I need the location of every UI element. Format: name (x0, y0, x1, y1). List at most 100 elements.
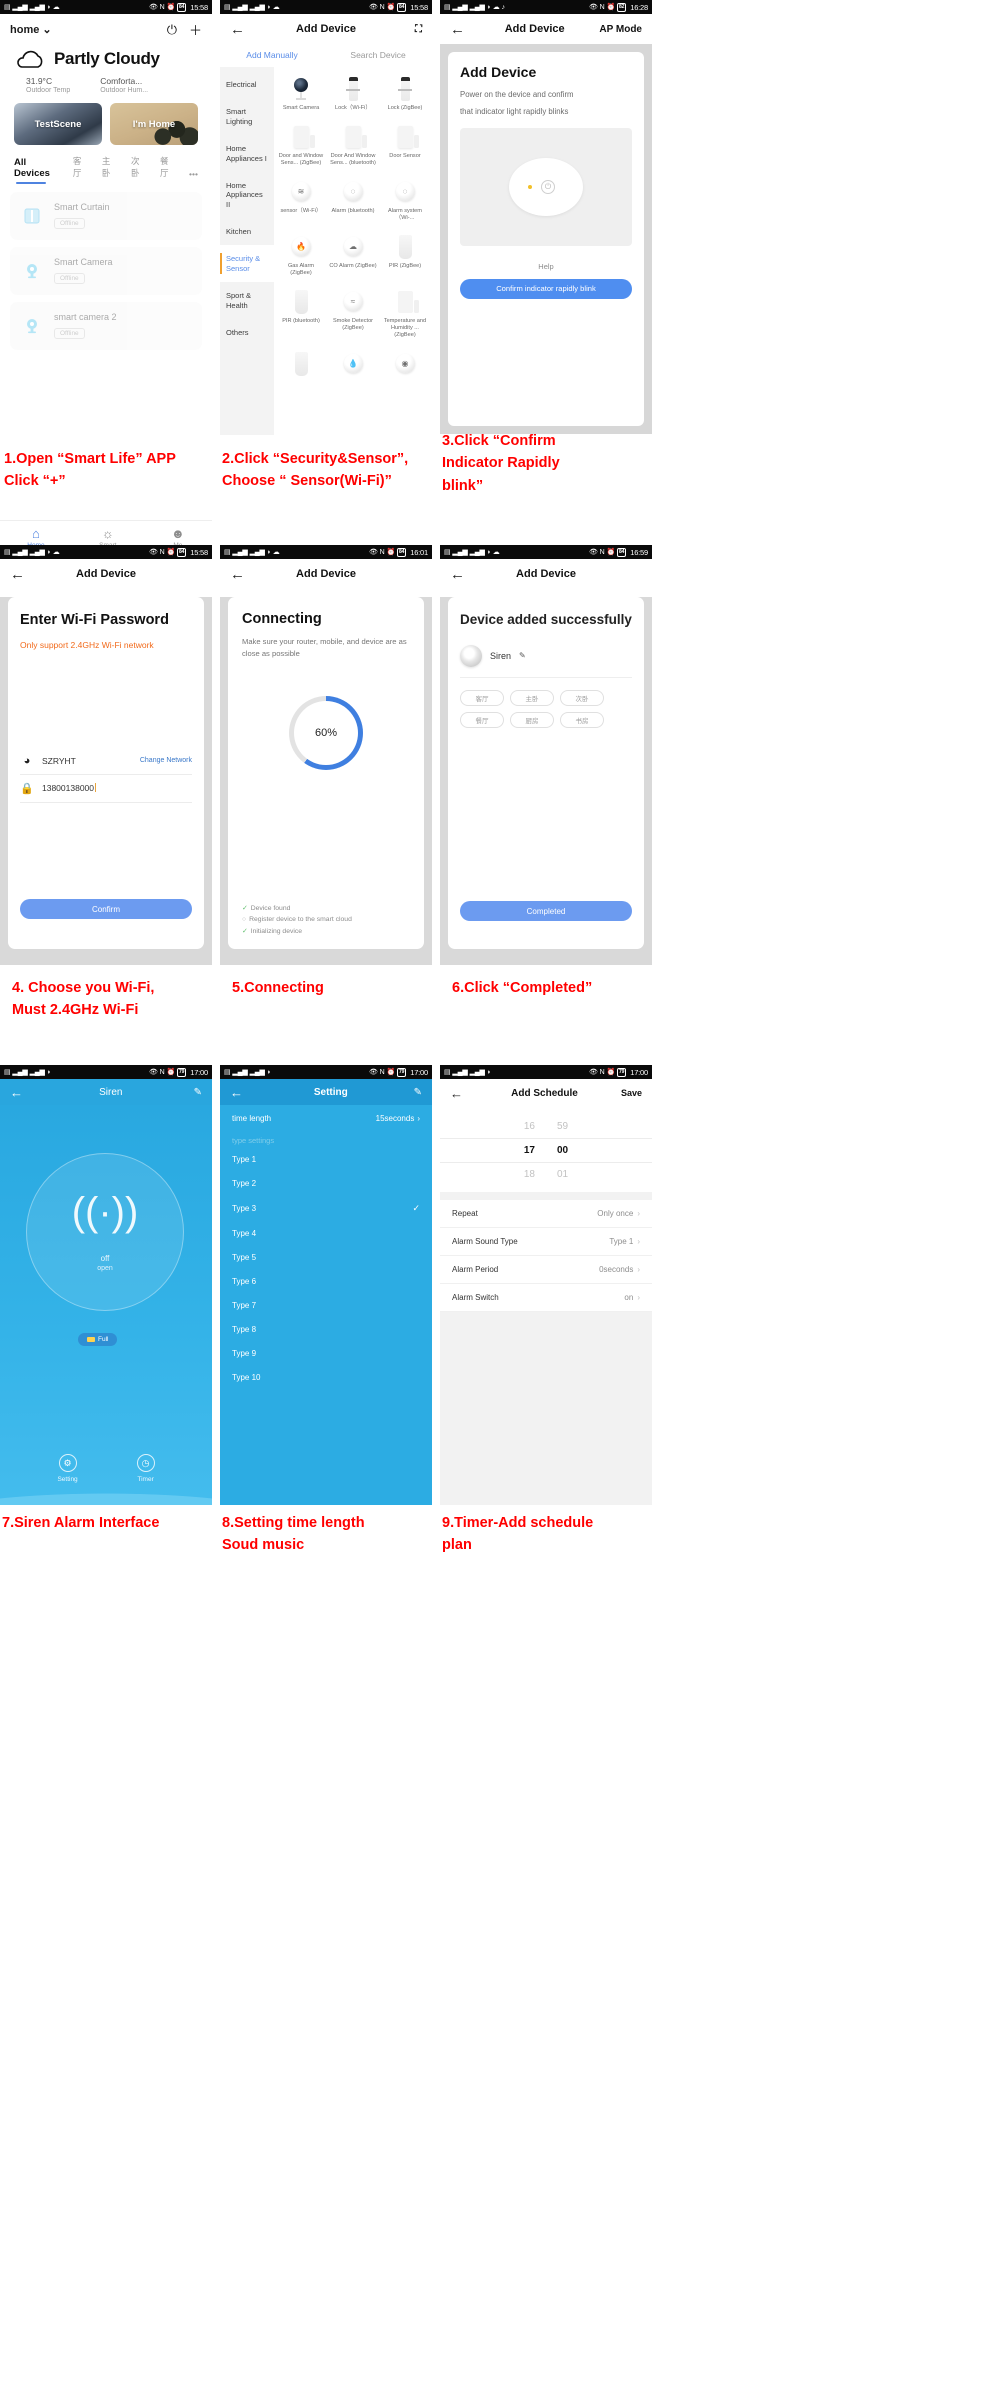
completed-button[interactable]: Completed (460, 901, 632, 921)
tab-search-device[interactable]: Search Device (350, 50, 405, 60)
list-item[interactable]: smart camera 2 Offline (10, 302, 202, 350)
category-others[interactable]: Others (220, 319, 274, 346)
ap-mode-button[interactable]: AP Mode (599, 24, 642, 35)
tab-living-room[interactable]: 客厅 (73, 155, 88, 184)
device-tile-temp-humidity[interactable]: Temperature and Humidity ... (ZigBee) (380, 284, 430, 344)
category-home-appliances-2[interactable]: Home Appliances II (220, 172, 274, 218)
back-arrow-icon[interactable]: ← (230, 566, 250, 583)
schedule-row-alarm-period[interactable]: Alarm Period 0seconds › (440, 1256, 652, 1284)
list-item[interactable]: Smart Camera Offline (10, 247, 202, 295)
schedule-row-alarm-sound-type[interactable]: Alarm Sound Type Type 1 › (440, 1228, 652, 1256)
confirm-indicator-button[interactable]: Confirm indicator rapidly blink (460, 278, 632, 299)
tab-add-manually[interactable]: Add Manually (246, 50, 298, 60)
home-selector[interactable]: home ⌄ (10, 23, 52, 36)
setting-time-length[interactable]: time length 15seconds › (220, 1107, 432, 1130)
plus-icon[interactable]: ＋ (189, 20, 202, 39)
type-option-2[interactable]: Type 2 (220, 1171, 432, 1195)
device-tile-smart-camera[interactable]: Smart Camera (276, 71, 326, 117)
type-option-7[interactable]: Type 7 (220, 1293, 432, 1317)
change-network-link[interactable]: Change Network (140, 757, 192, 764)
device-tile-pir-bluetooth[interactable]: PIR (bluetooth) (276, 284, 326, 344)
device-tile-alarm-system-wifi[interactable]: ◌ Alarm system（Wi-... (380, 174, 430, 227)
back-arrow-icon[interactable]: ← (450, 21, 470, 38)
type-option-9[interactable]: Type 9 (220, 1341, 432, 1365)
type-option-4[interactable]: Type 4 (220, 1221, 432, 1245)
list-item[interactable]: Smart Curtain Offline (10, 192, 202, 240)
type-option-1[interactable]: Type 1 (220, 1147, 432, 1171)
siren-toggle-button[interactable]: ((·)) off open (26, 1153, 184, 1311)
time-option-selected[interactable]: 17 00 (440, 1138, 652, 1163)
device-tile-extra-3[interactable]: ◉ (380, 346, 430, 385)
back-arrow-icon[interactable]: ← (10, 1085, 28, 1100)
type-option-10[interactable]: Type 10 (220, 1365, 432, 1389)
device-tile-extra-2[interactable]: 💧 (328, 346, 378, 385)
type-label: Type 5 (232, 1252, 257, 1262)
pencil-icon[interactable]: ✎ (194, 1087, 202, 1098)
save-button[interactable]: Save (621, 1088, 642, 1098)
schedule-row-repeat[interactable]: Repeat Only once › (440, 1200, 652, 1228)
tab-dining-room[interactable]: 餐厅 (160, 155, 175, 184)
status-bar: ▤ ▂▄▆ ▂▄▆ ◗ 👁 N ⏰ 79 17:00 (440, 1065, 652, 1079)
pencil-icon[interactable]: ✎ (414, 1087, 422, 1098)
room-chip-kitchen[interactable]: 厨房 (510, 711, 554, 728)
device-tile-smoke-detector[interactable]: ≈ Smoke Detector (ZigBee) (328, 284, 378, 344)
category-kitchen[interactable]: Kitchen (220, 218, 274, 245)
type-option-8[interactable]: Type 8 (220, 1317, 432, 1341)
device-tile-sensor-wifi[interactable]: ≋ sensor（Wi-Fi） (276, 174, 326, 227)
scene-card-im-home[interactable]: I'm Home (110, 103, 198, 145)
help-link[interactable]: Help (460, 262, 632, 271)
type-option-6[interactable]: Type 6 (220, 1269, 432, 1293)
tab-all-devices[interactable]: All Devices (14, 157, 59, 184)
scan-icon[interactable]: ⛶ (402, 24, 422, 35)
type-label: Type 3 (232, 1203, 257, 1213)
category-smart-lighting[interactable]: Smart Lighting (220, 98, 274, 135)
time-option-next[interactable]: 18 01 (440, 1163, 652, 1186)
sim-icon: ▤ (4, 3, 11, 11)
device-tile-gas-alarm[interactable]: 🔥 Gas Alarm (ZigBee) (276, 229, 326, 282)
microphone-icon[interactable]: ⏻ (167, 22, 177, 38)
room-chip-study[interactable]: 书房 (560, 711, 604, 728)
room-chip-master-bedroom[interactable]: 主卧 (510, 689, 554, 706)
device-tile-door-window-zigbee[interactable]: Door and Window Sens... (ZigBee) (276, 119, 326, 172)
device-tile-pir-zigbee[interactable]: PIR (ZigBee) (380, 229, 430, 282)
device-tile-alarm-bluetooth[interactable]: ◌ Alarm (bluetooth) (328, 174, 378, 227)
device-tile-door-sensor[interactable]: Door Sensor (380, 119, 430, 172)
tab-more[interactable]: ••• (189, 169, 198, 184)
schedule-row-alarm-switch[interactable]: Alarm Switch on › (440, 1284, 652, 1312)
password-field[interactable]: 🔒 13800138000 (20, 775, 192, 803)
tab-second-bedroom[interactable]: 次卧 (131, 155, 146, 184)
scene-card-testscene[interactable]: TestScene (14, 103, 102, 145)
device-tile-door-window-bluetooth[interactable]: Door And Window Sens... (bluetooth) (328, 119, 378, 172)
confirm-button[interactable]: Confirm (20, 899, 192, 919)
back-arrow-icon[interactable]: ← (230, 1085, 248, 1100)
back-arrow-icon[interactable]: ← (230, 21, 250, 38)
type-option-3[interactable]: Type 3 ✓ (220, 1195, 432, 1221)
device-tile-extra-1[interactable] (276, 346, 326, 385)
signal-1-icon: ▂▄▆ (12, 548, 28, 556)
back-arrow-icon[interactable]: ← (10, 566, 30, 583)
pencil-icon[interactable]: ✎ (519, 651, 526, 660)
cloud-icon (14, 49, 46, 69)
room-chip-second-bedroom[interactable]: 次卧 (560, 689, 604, 706)
room-chip-dining-room[interactable]: 餐厅 (460, 711, 504, 728)
category-home-appliances-1[interactable]: Home Appliances I (220, 135, 274, 172)
device-tile-lock-zigbee[interactable]: Lock (ZigBee) (380, 71, 430, 117)
device-name: Smart Camera (54, 257, 113, 267)
type-label: Type 2 (232, 1178, 257, 1188)
category-security-sensor[interactable]: Security & Sensor (220, 245, 274, 283)
clock: 16:28 (630, 2, 648, 12)
back-arrow-icon[interactable]: ← (450, 566, 470, 583)
time-option-previous[interactable]: 16 59 (440, 1115, 652, 1138)
tab-master-bedroom[interactable]: 主卧 (102, 155, 117, 184)
type-option-5[interactable]: Type 5 (220, 1245, 432, 1269)
status-left-icons: ▤ ▂▄▆ ▂▄▆ ◗ ☁ (444, 549, 500, 556)
battery-level: 84 (177, 2, 187, 12)
time-picker[interactable]: 16 59 17 00 18 01 (440, 1107, 652, 1192)
device-tile-co-alarm[interactable]: ☁ CO Alarm (ZigBee) (328, 229, 378, 282)
category-sport-health[interactable]: Sport & Health (220, 282, 274, 319)
category-electrical[interactable]: Electrical (220, 71, 274, 98)
ssid-field[interactable]: ◕ SZRYHT Change Network (20, 748, 192, 775)
room-chip-living-room[interactable]: 客厅 (460, 689, 504, 706)
back-arrow-icon[interactable]: ← (450, 1086, 468, 1101)
device-tile-lock-wifi[interactable]: Lock（Wi-Fi） (328, 71, 378, 117)
